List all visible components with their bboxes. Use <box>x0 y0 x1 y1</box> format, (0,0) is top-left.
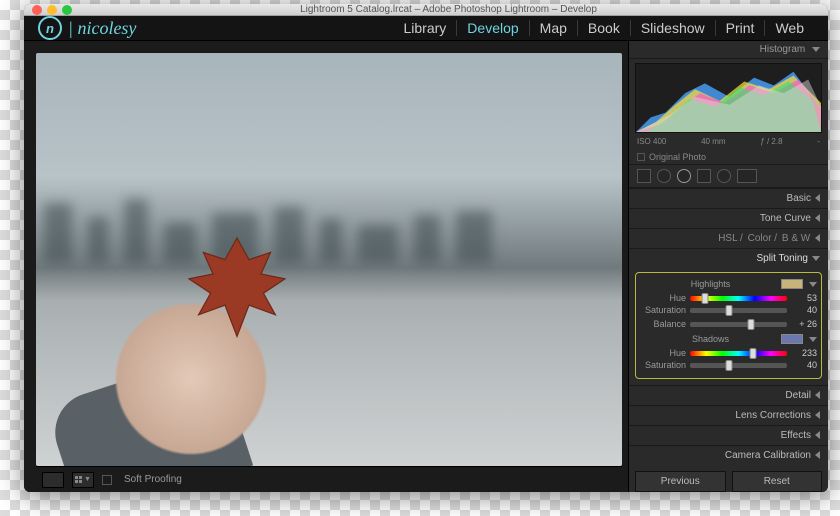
logo: n | nicolesy <box>38 16 136 40</box>
nav-library[interactable]: Library <box>394 20 458 36</box>
compare-view-button[interactable]: ▼ <box>72 472 94 488</box>
soft-proofing-label: Soft Proofing <box>124 474 182 485</box>
shadows-label: Shadows <box>640 334 781 344</box>
chevron-left-icon <box>815 431 820 439</box>
shadows-hue-slider[interactable] <box>690 351 787 356</box>
previous-button[interactable]: Previous <box>635 471 726 492</box>
chevron-down-icon <box>809 337 817 342</box>
chevron-left-icon <box>815 411 820 419</box>
minimize-icon[interactable] <box>47 5 57 15</box>
panel-lens[interactable]: Lens Corrections <box>629 405 828 425</box>
panel-basic[interactable]: Basic <box>629 188 828 208</box>
nav-print[interactable]: Print <box>716 20 766 36</box>
titlebar: Lightroom 5 Catalog.lrcat – Adobe Photos… <box>24 4 828 16</box>
chevron-left-icon <box>815 214 820 222</box>
canvas-area: ▼ Soft Proofing <box>24 41 628 492</box>
focal-value: 40 mm <box>701 137 725 146</box>
histogram-header[interactable]: Histogram <box>629 41 828 59</box>
exposure-value: - <box>817 137 820 146</box>
chevron-down-icon <box>812 47 820 52</box>
split-toning-panel: Highlights Hue 53 Saturation 40 Balance <box>635 272 822 379</box>
histogram-meta: ISO 400 40 mm ƒ / 2.8 - <box>629 137 828 150</box>
reset-button[interactable]: Reset <box>732 471 823 492</box>
iso-value: ISO 400 <box>637 137 666 146</box>
shadows-sat-slider[interactable] <box>690 363 787 368</box>
chevron-left-icon <box>815 234 820 242</box>
checkbox-icon <box>637 153 645 161</box>
highlights-hue-value[interactable]: 53 <box>791 293 817 303</box>
balance-slider[interactable] <box>690 322 787 327</box>
module-nav: Library Develop Map Book Slideshow Print… <box>394 20 815 36</box>
app-window: Lightroom 5 Catalog.lrcat – Adobe Photos… <box>24 4 828 492</box>
shadows-hue-value[interactable]: 233 <box>791 348 817 358</box>
panel-tone-curve[interactable]: Tone Curve <box>629 208 828 228</box>
histogram[interactable] <box>635 63 822 133</box>
balance-label: Balance <box>640 319 686 329</box>
grad-tool[interactable] <box>697 169 711 183</box>
shadows-swatch[interactable] <box>781 334 803 344</box>
redeye-tool[interactable] <box>677 169 691 183</box>
bottom-toolbar: ▼ Soft Proofing <box>36 466 622 492</box>
nav-slideshow[interactable]: Slideshow <box>631 20 716 36</box>
panel-effects[interactable]: Effects <box>629 425 828 445</box>
nav-map[interactable]: Map <box>530 20 578 36</box>
grid-icon <box>75 476 82 483</box>
hue-label: Hue <box>640 348 686 358</box>
content: ▼ Soft Proofing Histogram <box>24 41 828 492</box>
panel-camera[interactable]: Camera Calibration <box>629 445 828 465</box>
brush-tool[interactable] <box>737 169 757 183</box>
highlights-hue-slider[interactable] <box>690 296 787 301</box>
panel-split-toning[interactable]: Split Toning <box>629 248 828 268</box>
highlights-swatch[interactable] <box>781 279 803 289</box>
nav-develop[interactable]: Develop <box>457 20 529 36</box>
right-panel: Histogram ISO 400 40 mm ƒ / 2.8 - <box>628 41 828 492</box>
loupe-view-button[interactable] <box>42 472 64 488</box>
leaf <box>177 226 297 346</box>
radial-tool[interactable] <box>717 169 731 183</box>
shadows-sat-value[interactable]: 40 <box>791 360 817 370</box>
photo-preview[interactable] <box>36 53 622 466</box>
balance-value[interactable]: + 26 <box>791 319 817 329</box>
panel-hsl[interactable]: HSL / Color / B & W <box>629 228 828 248</box>
chevron-left-icon <box>815 391 820 399</box>
chevron-left-icon <box>815 194 820 202</box>
topbar: n | nicolesy Library Develop Map Book Sl… <box>24 16 828 41</box>
skyline-blur <box>36 193 622 263</box>
close-icon[interactable] <box>32 5 42 15</box>
spot-tool[interactable] <box>657 169 671 183</box>
maximize-icon[interactable] <box>62 5 72 15</box>
chevron-left-icon <box>815 451 820 459</box>
nav-book[interactable]: Book <box>578 20 631 36</box>
highlights-label: Highlights <box>640 279 781 289</box>
aperture-value: ƒ / 2.8 <box>760 137 782 146</box>
original-photo-toggle[interactable]: Original Photo <box>629 150 828 164</box>
logo-mark: n <box>38 16 62 40</box>
window-title: Lightroom 5 Catalog.lrcat – Adobe Photos… <box>77 4 820 15</box>
chevron-down-icon <box>809 282 817 287</box>
sat-label: Saturation <box>640 305 686 315</box>
highlights-sat-slider[interactable] <box>690 308 787 313</box>
panel-detail[interactable]: Detail <box>629 385 828 405</box>
chevron-down-icon <box>812 256 820 261</box>
sat-label: Saturation <box>640 360 686 370</box>
logo-text: | nicolesy <box>68 18 136 39</box>
highlights-sat-value[interactable]: 40 <box>791 305 817 315</box>
hue-label: Hue <box>640 293 686 303</box>
nav-web[interactable]: Web <box>765 20 814 36</box>
prev-reset-bar: Previous Reset <box>629 465 828 492</box>
crop-tool[interactable] <box>637 169 651 183</box>
tool-strip <box>629 164 828 188</box>
soft-proofing-checkbox[interactable] <box>102 475 112 485</box>
